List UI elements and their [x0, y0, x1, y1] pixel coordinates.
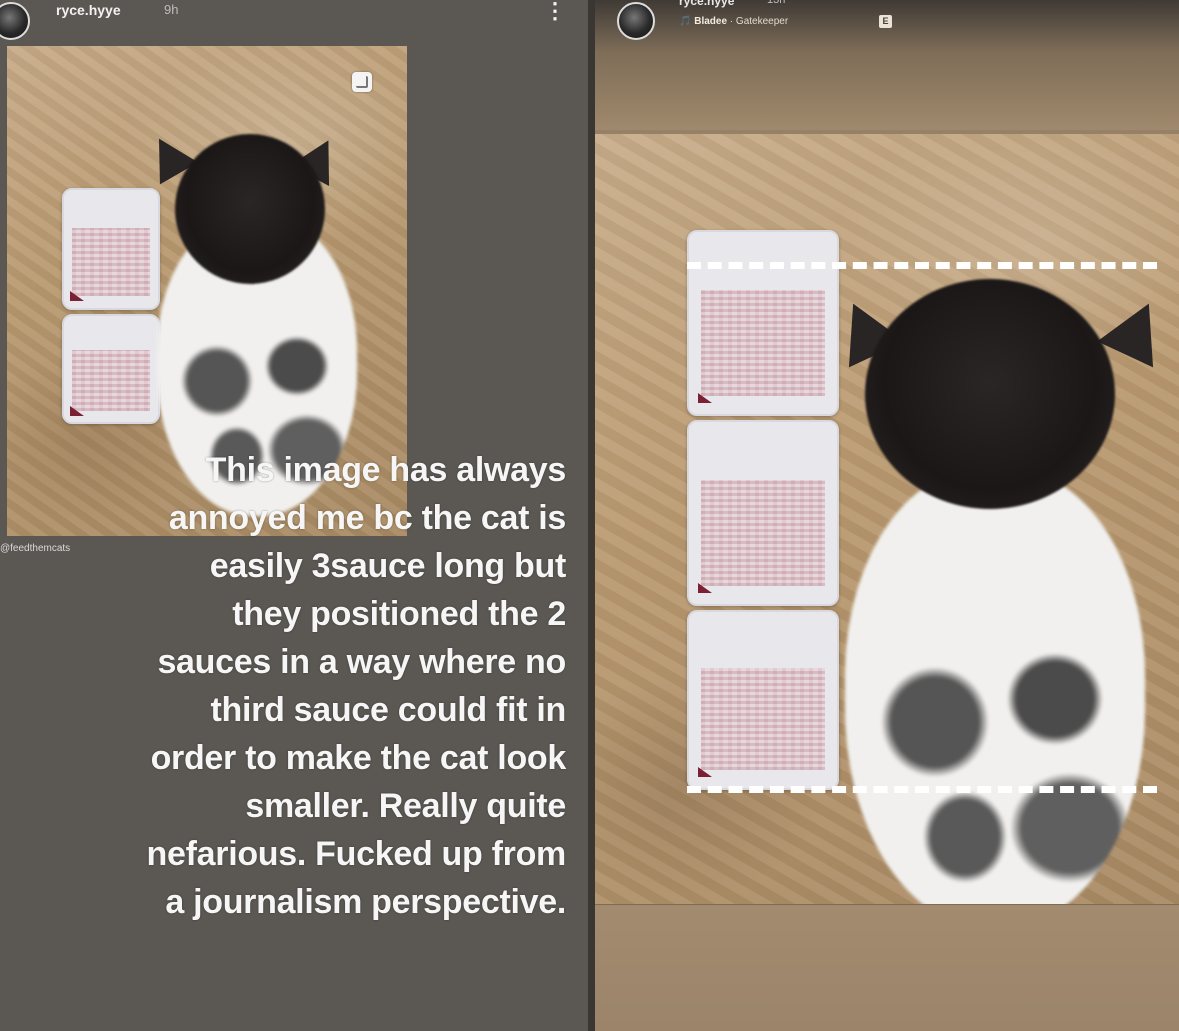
caption-line: third sauce could fit in — [210, 691, 567, 729]
caption-line: order to make the cat look — [150, 739, 567, 777]
sauce-cup — [687, 610, 839, 790]
caption-line: smaller. Really quite — [245, 787, 566, 825]
caption-line: annoyed me bc the cat is — [168, 499, 566, 537]
left-story: ryce.hyye 9h ⋮ @feedthemcats This image … — [0, 0, 588, 1031]
right-story: ryce.hyye 13h 🎵 Bladee · Gatekeeper E — [595, 0, 1179, 1031]
caption-line: sauces in a way where no — [157, 643, 566, 681]
sauce-cup — [687, 230, 839, 416]
caption-line: a journalism perspective. — [165, 883, 566, 921]
post-time: 13h — [767, 0, 786, 6]
edited-post-image[interactable] — [595, 134, 1179, 904]
bottom-measure-line — [687, 786, 1157, 793]
music-separator: · — [727, 16, 736, 27]
sauce-cup — [687, 420, 839, 606]
avatar[interactable] — [617, 2, 655, 40]
explicit-badge: E — [879, 15, 892, 28]
multiple-images-icon — [352, 72, 372, 92]
sauce-cup — [62, 188, 160, 310]
story-bottom-band — [595, 904, 1179, 1031]
music-title: Gatekeeper — [735, 16, 789, 27]
more-options-icon[interactable]: ⋮ — [544, 0, 566, 22]
caption-line: This image has always — [205, 451, 567, 489]
top-measure-line — [687, 262, 1157, 269]
music-sticker[interactable]: 🎵 Bladee · Gatekeeper — [679, 16, 788, 27]
username[interactable]: ryce.hyye — [56, 2, 121, 18]
sauce-cup — [62, 314, 160, 424]
post-time: 9h — [164, 2, 179, 17]
caption-line: easily 3sauce long but — [209, 547, 567, 585]
caption-line: nefarious. Fucked up from — [146, 835, 567, 873]
username[interactable]: ryce.hyye — [679, 0, 734, 8]
avatar[interactable] — [0, 2, 30, 40]
caption-line: they positioned the 2 — [232, 595, 566, 633]
story-caption: This image has always annoyed me bc the … — [0, 446, 567, 926]
music-artist: Bladee — [694, 16, 728, 27]
story-header: ryce.hyye 9h ⋮ — [0, 0, 588, 40]
music-note-icon: 🎵 — [679, 16, 695, 27]
